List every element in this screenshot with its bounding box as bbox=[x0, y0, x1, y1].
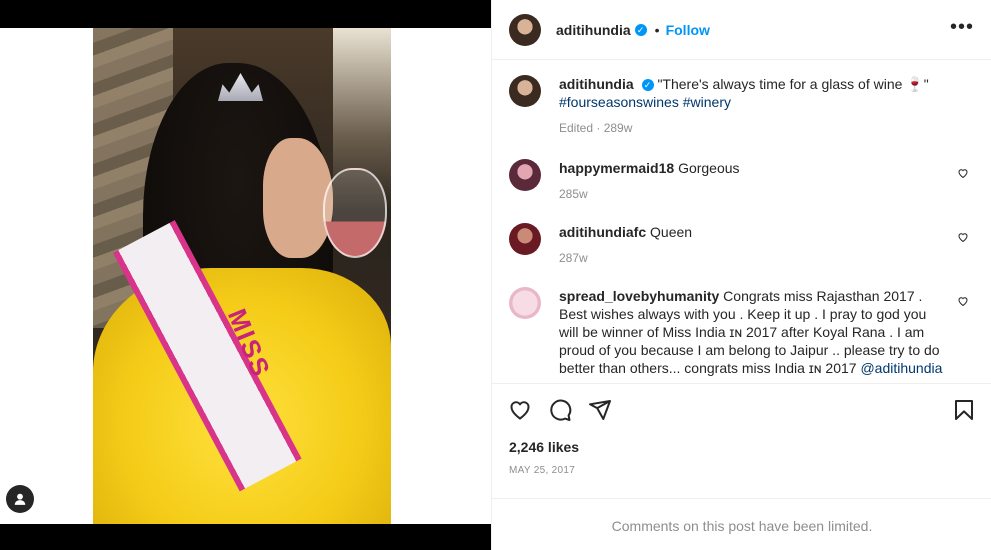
media-frame: MISS bbox=[0, 28, 491, 524]
separator-dot: • bbox=[654, 21, 660, 38]
user-icon bbox=[14, 493, 26, 505]
comment-meta: 287w bbox=[559, 251, 588, 265]
comment-text: spread_lovebyhumanity Congrats miss Raja… bbox=[559, 287, 949, 377]
comment-content: Gorgeous bbox=[678, 160, 740, 176]
post-details-panel: aditihundia ✓ • Follow ••• aditihundia ✓… bbox=[491, 0, 991, 550]
save-button[interactable] bbox=[952, 398, 976, 422]
caption-hashtags[interactable]: #fourseasonswines #winery bbox=[559, 94, 731, 110]
avatar[interactable] bbox=[509, 223, 541, 255]
comment-mention[interactable]: @aditihundia bbox=[860, 360, 942, 376]
post-header: aditihundia ✓ • Follow ••• bbox=[492, 0, 991, 60]
likes-count[interactable]: 2,246 likes bbox=[509, 439, 579, 455]
comment-icon bbox=[550, 399, 572, 421]
send-icon bbox=[589, 400, 611, 420]
avatar[interactable] bbox=[509, 75, 541, 107]
comment-content: Queen bbox=[650, 224, 693, 240]
verified-badge-icon: ✓ bbox=[634, 23, 647, 36]
action-icons bbox=[508, 398, 612, 422]
tagged-users-button[interactable] bbox=[6, 485, 34, 513]
comment-row: spread_lovebyhumanity Congrats miss Raja… bbox=[509, 287, 975, 377]
follow-button[interactable]: Follow bbox=[666, 22, 710, 38]
comment-meta: 285w bbox=[559, 187, 588, 201]
avatar[interactable] bbox=[509, 287, 541, 319]
comment-username[interactable]: aditihundiafc bbox=[559, 224, 646, 240]
share-button[interactable] bbox=[588, 398, 612, 422]
wine-glass-image bbox=[323, 168, 387, 258]
more-options-icon[interactable]: ••• bbox=[950, 17, 974, 37]
comment-row: happymermaid18 Gorgeous 285w bbox=[509, 159, 975, 201]
comment-row: aditihundiafc Queen 287w bbox=[509, 223, 975, 265]
caption-row: aditihundia ✓ "There's always time for a… bbox=[509, 75, 975, 135]
comment-username[interactable]: happymermaid18 bbox=[559, 160, 674, 176]
photo-face bbox=[263, 138, 333, 258]
caption-quote: "There's always time for a glass of wine… bbox=[657, 76, 929, 92]
comment-text: happymermaid18 Gorgeous bbox=[559, 159, 949, 177]
like-comment-heart-icon[interactable] bbox=[957, 231, 969, 243]
post-photo[interactable]: MISS bbox=[93, 28, 391, 524]
like-comment-heart-icon[interactable] bbox=[957, 167, 969, 179]
avatar[interactable] bbox=[509, 159, 541, 191]
comment-button[interactable] bbox=[548, 398, 572, 422]
verified-badge-icon: ✓ bbox=[641, 79, 654, 92]
caption-meta: Edited · 289w bbox=[559, 121, 633, 135]
heart-icon bbox=[510, 401, 530, 420]
comments-limited-notice: Comments on this post have been limited. bbox=[492, 498, 991, 550]
like-button[interactable] bbox=[508, 398, 532, 422]
like-comment-heart-icon[interactable] bbox=[957, 295, 969, 307]
author-username[interactable]: aditihundia bbox=[556, 22, 631, 38]
post-actions: 2,246 likes MAY 25, 2017 bbox=[492, 383, 991, 498]
comment-text: aditihundiafc Queen bbox=[559, 223, 949, 241]
post-date[interactable]: MAY 25, 2017 bbox=[509, 465, 575, 476]
caption-username[interactable]: aditihundia bbox=[559, 76, 634, 92]
post-media-panel: MISS bbox=[0, 0, 491, 550]
comments-list[interactable]: aditihundia ✓ "There's always time for a… bbox=[492, 61, 991, 383]
bookmark-icon bbox=[955, 400, 973, 420]
comment-username[interactable]: spread_lovebyhumanity bbox=[559, 288, 719, 304]
avatar[interactable] bbox=[509, 13, 541, 46]
caption-text: aditihundia ✓ "There's always time for a… bbox=[559, 75, 949, 111]
